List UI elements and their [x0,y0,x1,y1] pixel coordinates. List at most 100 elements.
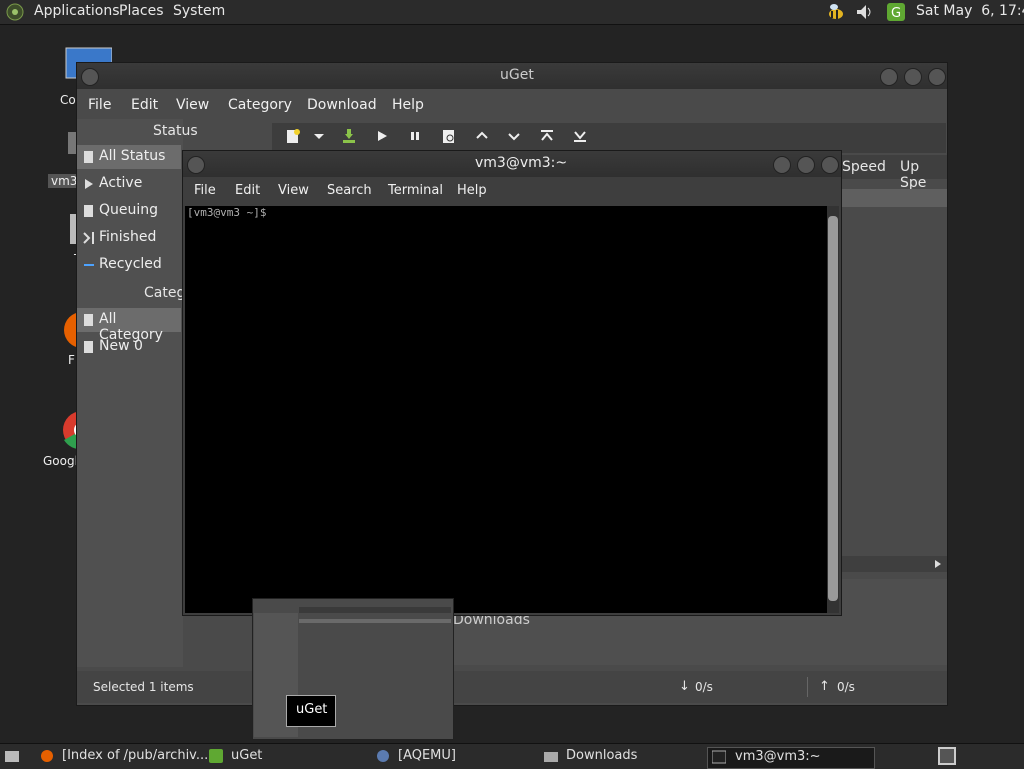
queue-icon [84,205,93,217]
window-menu-button[interactable] [187,156,205,174]
finished-icon [83,232,94,244]
terminal-titlebar[interactable]: vm3@vm3:~ [183,151,841,177]
window-preview-thumbnail[interactable]: uGet [252,598,454,740]
up-speed: 0/s [837,680,855,694]
menu-category[interactable]: Category [228,97,292,113]
shell-prompt: [vm3@vm3 ~]$ [187,206,267,219]
horizontal-scrollbar[interactable] [841,556,947,572]
tooltip: uGet [286,695,336,727]
menu-edit[interactable]: Edit [235,183,260,198]
close-button[interactable] [821,156,839,174]
menu-view[interactable]: View [176,97,209,113]
status-item-recycled[interactable]: Recycled [77,253,181,277]
move-top-button[interactable] [534,123,560,149]
terminal-icon [712,750,726,764]
column-up-speed[interactable]: Up Spe [900,159,947,191]
statusbar-divider [807,677,808,697]
desktop-icon-label: Co [60,93,76,107]
uget-tray-icon[interactable]: G [886,2,906,22]
category-item-new0[interactable]: New 0 [77,335,181,359]
status-item-all[interactable]: All Status [77,145,181,169]
close-button[interactable] [928,68,946,86]
down-speed: 0/s [695,680,713,694]
terminal-screen[interactable]: [vm3@vm3 ~]$ [185,206,827,613]
workspace-switcher[interactable] [938,747,956,765]
uget-titlebar[interactable]: uGet [77,63,947,89]
pause-button[interactable] [402,123,428,149]
aqemu-icon [377,750,389,762]
category-icon [84,314,93,326]
move-down-button[interactable] [501,123,527,149]
move-up-button[interactable] [469,123,495,149]
clock[interactable]: Sat May 6, 17:45 [916,3,1024,19]
uget-statusbar: Selected 1 items ↓ 0/s ↑ 0/s [77,671,947,703]
bottom-taskbar: [Index of /pub/archiv... uGet [AQEMU] Do… [0,743,1024,769]
download-icon[interactable] [336,123,362,149]
scrollbar-thumb[interactable] [828,216,838,601]
menu-file[interactable]: File [194,183,216,198]
task-aqemu[interactable]: [AQEMU] [376,747,526,767]
status-header: Status [153,123,198,139]
bee-icon[interactable] [826,2,846,22]
minimize-button[interactable] [880,68,898,86]
menu-edit[interactable]: Edit [131,97,158,113]
maximize-button[interactable] [904,68,922,86]
menu-search[interactable]: Search [327,183,372,198]
tooltip-label: uGet [296,702,328,717]
window-title: uGet [500,67,534,83]
top-panel: Applications Places System G Sat May 6, … [0,0,1024,25]
download-row[interactable] [841,189,947,207]
desktop-icon-label: Googl [43,454,78,468]
selected-count: Selected 1 items [93,680,194,694]
window-menu-button[interactable] [81,68,99,86]
new-download-button[interactable] [280,123,306,149]
status-item-finished[interactable]: Finished [77,226,181,250]
task-uget[interactable]: uGet [209,747,359,767]
task-firefox[interactable]: [Index of /pub/archiv... [40,747,208,767]
all-status-icon [84,151,93,163]
minimize-button[interactable] [773,156,791,174]
category-item-all[interactable]: All Category [77,308,181,343]
show-desktop-icon [5,751,19,762]
category-header: Categ [144,285,186,301]
status-item-active[interactable]: Active [77,172,181,196]
down-arrow-icon: ↓ [679,679,690,694]
terminal-scrollbar[interactable] [827,206,839,613]
task-downloads[interactable]: Downloads [544,747,694,767]
system-menu[interactable]: System [173,3,225,19]
status-item-queuing[interactable]: Queuing [77,199,181,223]
terminal-menubar: File Edit View Search Terminal Help [183,177,841,205]
properties-button[interactable] [436,123,462,149]
menu-file[interactable]: File [88,97,111,113]
list-header: Speed Up Spe [841,155,947,191]
window-title: vm3@vm3:~ [475,155,568,171]
applications-menu[interactable]: Applications [34,3,120,19]
folder-icon [544,752,558,762]
scroll-right-icon[interactable] [933,559,943,569]
start-button[interactable] [369,123,395,149]
uget-icon [209,749,223,763]
uget-menubar: File Edit View Category Download Help [77,91,947,119]
recycled-icon [84,264,94,266]
uget-sidebar: Status All Status Active Queuing Finishe… [77,119,198,667]
up-arrow-icon: ↑ [819,679,830,694]
category-icon [84,341,93,353]
maximize-button[interactable] [797,156,815,174]
new-dropdown-button[interactable] [306,123,332,149]
menu-terminal[interactable]: Terminal [388,183,443,198]
desktop-icon-label: F [68,353,75,367]
column-speed[interactable]: Speed [842,159,886,175]
menu-view[interactable]: View [278,183,309,198]
show-desktop-button[interactable] [3,747,21,765]
volume-icon[interactable] [854,2,874,22]
play-icon [85,179,93,189]
move-bottom-button[interactable] [567,123,593,149]
svg-text:G: G [891,6,901,21]
task-terminal[interactable]: vm3@vm3:~ [707,747,875,769]
menu-help[interactable]: Help [392,97,424,113]
gnome-foot-icon[interactable] [6,3,24,21]
places-menu[interactable]: Places [119,3,164,19]
menu-help[interactable]: Help [457,183,487,198]
thumbnail-row [299,619,451,623]
menu-download[interactable]: Download [307,97,377,113]
